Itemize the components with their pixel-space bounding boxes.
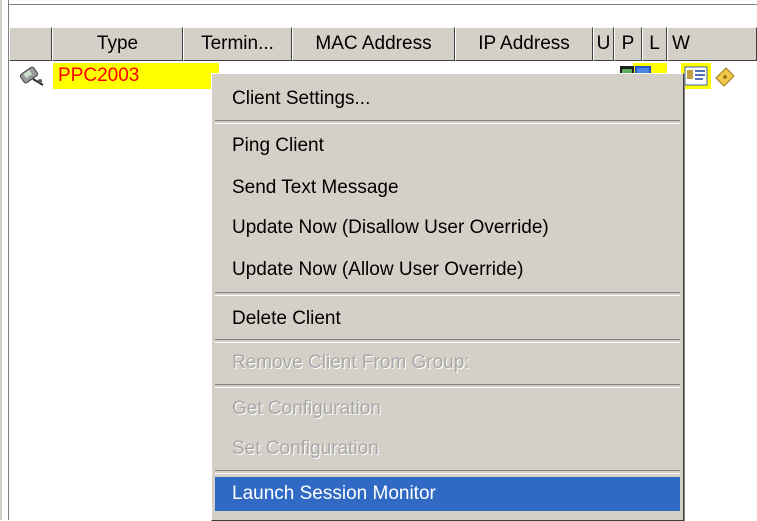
column-header-l[interactable]: L (642, 27, 667, 61)
menu-separator (215, 120, 680, 124)
menu-item-set-configuration: Set Configuration (232, 438, 379, 459)
row-type-cell[interactable]: PPC2003 (53, 63, 219, 89)
menu-separator (215, 470, 680, 474)
menu-item-get-configuration: Get Configuration (232, 398, 381, 419)
license-card-icon (684, 64, 708, 88)
column-header-icon[interactable] (9, 27, 52, 61)
column-header-ip-address[interactable]: IP Address (455, 27, 593, 61)
menu-item-client-settings[interactable]: Client Settings... (215, 82, 680, 116)
menu-item-send-text-message[interactable]: Send Text Message (215, 171, 680, 205)
pda-device-icon (17, 64, 47, 88)
column-header-u[interactable]: U (593, 27, 614, 61)
menu-separator (215, 339, 680, 343)
menu-item-delete-client[interactable]: Delete Client (215, 302, 680, 336)
menu-item-update-now-disallow-override[interactable]: Update Now (Disallow User Override) (215, 211, 680, 245)
column-header-terminal[interactable]: Termin... (183, 27, 292, 61)
menu-item-ping-client[interactable]: Ping Client (215, 129, 680, 163)
menu-item-launch-session-monitor[interactable]: Launch Session Monitor (215, 477, 680, 511)
column-header-type[interactable]: Type (52, 27, 183, 61)
menu-item-remove-client-from-group: Remove Client From Group: (232, 352, 470, 373)
menu-separator (215, 292, 680, 296)
column-header-p[interactable]: P (614, 27, 642, 61)
client-context-menu[interactable]: Client Settings... Ping Client Send Text… (211, 73, 684, 521)
left-frame-edge (0, 0, 9, 520)
column-header-w[interactable]: W (667, 27, 757, 61)
column-header-mac-address[interactable]: MAC Address (292, 27, 455, 61)
menu-item-update-now-allow-override[interactable]: Update Now (Allow User Override) (215, 253, 680, 287)
lock-icon (712, 64, 736, 88)
menu-separator (215, 384, 680, 388)
clients-grid[interactable]: Type Termin... MAC Address IP Address U … (9, 4, 757, 521)
